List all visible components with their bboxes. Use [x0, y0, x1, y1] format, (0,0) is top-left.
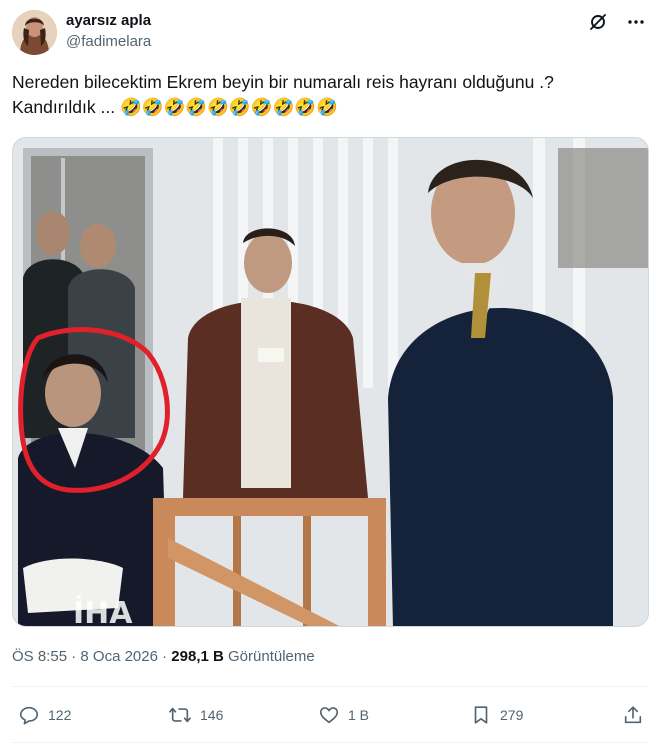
- tweet-header: ayarsız apla @fadimelara: [12, 8, 648, 58]
- author-display-name[interactable]: ayarsız apla: [66, 11, 151, 30]
- retweet-button[interactable]: 146: [168, 704, 223, 726]
- heart-icon: [319, 707, 339, 724]
- retweet-count: 146: [200, 707, 224, 723]
- reply-icon: [19, 706, 39, 725]
- tweet-text: Nereden bilecektim Ekrem beyin bir numar…: [12, 70, 632, 120]
- meta-separator: ·: [162, 648, 168, 665]
- tweet-media-photo[interactable]: İHA: [12, 137, 649, 627]
- share-icon: [624, 706, 642, 724]
- grok-icon[interactable]: [588, 12, 608, 32]
- divider: [12, 742, 648, 743]
- bookmark-icon: [474, 706, 488, 724]
- photo-illustration: İHA: [13, 138, 648, 627]
- like-count: 1 B: [348, 707, 370, 723]
- reply-button[interactable]: 122: [18, 704, 71, 726]
- divider: [12, 686, 648, 687]
- tweet-date[interactable]: 8 Oca 2026: [80, 648, 158, 665]
- tweet-time[interactable]: ÖS 8:55: [12, 648, 67, 665]
- bookmark-count: 279: [500, 707, 524, 723]
- meta-separator: ·: [71, 648, 77, 665]
- author-handle[interactable]: @fadimelara: [66, 32, 151, 52]
- tweet-text-line: Kandırıldık ... 🤣🤣🤣🤣🤣🤣🤣🤣🤣🤣: [12, 97, 338, 117]
- avatar[interactable]: [12, 10, 57, 55]
- like-button[interactable]: 1 B: [318, 704, 369, 726]
- tweet-text-line: Nereden bilecektim Ekrem beyin bir numar…: [12, 72, 554, 92]
- share-button[interactable]: [622, 704, 644, 726]
- reply-count: 122: [48, 707, 72, 723]
- views-label: Görüntüleme: [228, 648, 315, 665]
- retweet-icon: [169, 707, 191, 723]
- media-watermark: İHA: [73, 595, 133, 627]
- tweet-meta: ÖS 8:55 · 8 Oca 2026 · 298,1 B Görüntüle…: [12, 648, 315, 665]
- views-count[interactable]: 298,1 B: [171, 648, 224, 665]
- profile-photo-icon: [12, 10, 57, 55]
- tweet-actions: 122 146 1 B 279: [12, 696, 648, 736]
- more-icon[interactable]: [626, 12, 646, 32]
- bookmark-button[interactable]: 279: [470, 704, 523, 726]
